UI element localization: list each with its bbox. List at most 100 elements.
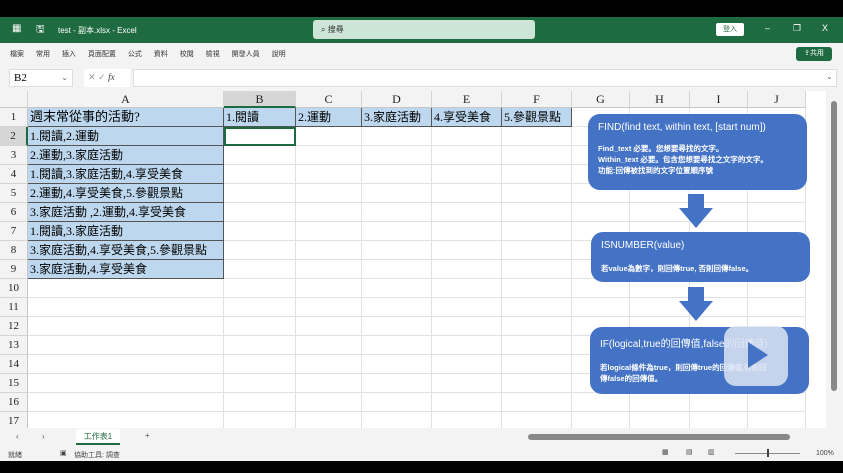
cell-g17[interactable] [572, 412, 630, 428]
cell-f5[interactable] [502, 184, 572, 203]
cell-b9[interactable] [224, 260, 296, 279]
cell-d1[interactable]: 3.家庭活動 [362, 108, 432, 127]
cell-a11[interactable] [28, 298, 224, 317]
column-header-d[interactable]: D [362, 91, 432, 108]
cell-f15[interactable] [502, 374, 572, 393]
cell-e4[interactable] [432, 165, 502, 184]
zoom-level[interactable]: 100% [816, 450, 834, 457]
cell-e6[interactable] [432, 203, 502, 222]
cell-j17[interactable] [748, 412, 806, 428]
minimize-button[interactable]: – [765, 23, 770, 33]
cell-f9[interactable] [502, 260, 572, 279]
cell-d5[interactable] [362, 184, 432, 203]
cell-a2[interactable]: 1.閱讀,2.運動 [28, 127, 224, 146]
row-header-1[interactable]: 1 [0, 108, 28, 127]
cell-f3[interactable] [502, 146, 572, 165]
cell-d4[interactable] [362, 165, 432, 184]
row-header-3[interactable]: 3 [0, 146, 28, 165]
cell-a12[interactable] [28, 317, 224, 336]
cell-b10[interactable] [224, 279, 296, 298]
row-header-12[interactable]: 12 [0, 317, 28, 336]
cell-e15[interactable] [432, 374, 502, 393]
cell-a4[interactable]: 1.閱讀,3.家庭活動,4.享受美食 [28, 165, 224, 184]
cell-c11[interactable] [296, 298, 362, 317]
cell-b11[interactable] [224, 298, 296, 317]
cell-b15[interactable] [224, 374, 296, 393]
cell-c3[interactable] [296, 146, 362, 165]
cell-h16[interactable] [630, 393, 690, 412]
cell-a17[interactable] [28, 412, 224, 428]
vertical-scrollbar[interactable] [826, 91, 843, 428]
cell-a13[interactable] [28, 336, 224, 355]
cell-a16[interactable] [28, 393, 224, 412]
cell-c4[interactable] [296, 165, 362, 184]
cell-e2[interactable] [432, 127, 502, 146]
cell-d15[interactable] [362, 374, 432, 393]
find-box[interactable]: FIND(find text, within text, [start num]… [588, 114, 807, 190]
cell-g6[interactable] [572, 203, 630, 222]
cell-i17[interactable] [690, 412, 748, 428]
column-header-h[interactable]: H [630, 91, 690, 108]
cell-f1[interactable]: 5.參觀景點 [502, 108, 572, 127]
cell-e12[interactable] [432, 317, 502, 336]
cell-d8[interactable] [362, 241, 432, 260]
cell-c12[interactable] [296, 317, 362, 336]
row-header-10[interactable]: 10 [0, 279, 28, 298]
menu-developer[interactable]: 開發人員 [232, 43, 260, 66]
restore-button[interactable]: ❐ [793, 23, 801, 34]
cell-e8[interactable] [432, 241, 502, 260]
cell-c9[interactable] [296, 260, 362, 279]
expand-formula-icon[interactable]: ⌄ [826, 72, 833, 81]
row-header-5[interactable]: 5 [0, 184, 28, 203]
column-header-f[interactable]: F [502, 91, 572, 108]
cell-a1[interactable]: 週末常從事的活動? [28, 108, 224, 127]
cell-c15[interactable] [296, 374, 362, 393]
row-header-6[interactable]: 6 [0, 203, 28, 222]
cell-c6[interactable] [296, 203, 362, 222]
cell-e3[interactable] [432, 146, 502, 165]
cell-d16[interactable] [362, 393, 432, 412]
cell-e16[interactable] [432, 393, 502, 412]
row-header-16[interactable]: 16 [0, 393, 28, 412]
cell-c17[interactable] [296, 412, 362, 428]
cell-j11[interactable] [748, 298, 806, 317]
cell-b8[interactable] [224, 241, 296, 260]
signin-button[interactable]: 登入 [716, 23, 744, 36]
cell-b12[interactable] [224, 317, 296, 336]
sheet-tab-active[interactable]: 工作表1 [76, 429, 120, 445]
cell-d12[interactable] [362, 317, 432, 336]
cell-f14[interactable] [502, 355, 572, 374]
isnumber-box[interactable]: ISNUMBER(value) 若value為數字，則回傳true, 否則回傳f… [591, 232, 810, 282]
cell-g16[interactable] [572, 393, 630, 412]
add-sheet-button[interactable]: + [145, 431, 150, 440]
horizontal-scrollbar[interactable] [528, 434, 790, 440]
close-button[interactable]: X [822, 23, 828, 33]
menu-review[interactable]: 校閱 [180, 43, 194, 66]
cell-d7[interactable] [362, 222, 432, 241]
row-header-17[interactable]: 17 [0, 412, 28, 428]
cell-c8[interactable] [296, 241, 362, 260]
cell-b13[interactable] [224, 336, 296, 355]
menu-data[interactable]: 資料 [154, 43, 168, 66]
cell-a10[interactable] [28, 279, 224, 298]
cell-b5[interactable] [224, 184, 296, 203]
cell-f11[interactable] [502, 298, 572, 317]
row-header-15[interactable]: 15 [0, 374, 28, 393]
cell-i16[interactable] [690, 393, 748, 412]
save-icon[interactable]: 🖫 [36, 22, 45, 39]
row-header-13[interactable]: 13 [0, 336, 28, 355]
zoom-slider-thumb[interactable] [767, 449, 769, 457]
cell-a9[interactable]: 3.家庭活動,4.享受美食 [28, 260, 224, 279]
select-all-corner[interactable] [0, 91, 28, 108]
cell-d11[interactable] [362, 298, 432, 317]
cell-a8[interactable]: 3.家庭活動,4.享受美食,5.參觀景點 [28, 241, 224, 260]
cell-e1[interactable]: 4.享受美食 [432, 108, 502, 127]
fx-icon[interactable]: fx [108, 72, 115, 82]
cell-a3[interactable]: 2.運動,3.家庭活動 [28, 146, 224, 165]
column-header-b[interactable]: B [224, 91, 296, 108]
column-header-j[interactable]: J [748, 91, 806, 108]
column-header-e[interactable]: E [432, 91, 502, 108]
prev-sheet-icon[interactable]: ‹ [16, 432, 19, 441]
check-icon[interactable]: ✓ [98, 72, 106, 82]
menu-view[interactable]: 檢視 [206, 43, 220, 66]
